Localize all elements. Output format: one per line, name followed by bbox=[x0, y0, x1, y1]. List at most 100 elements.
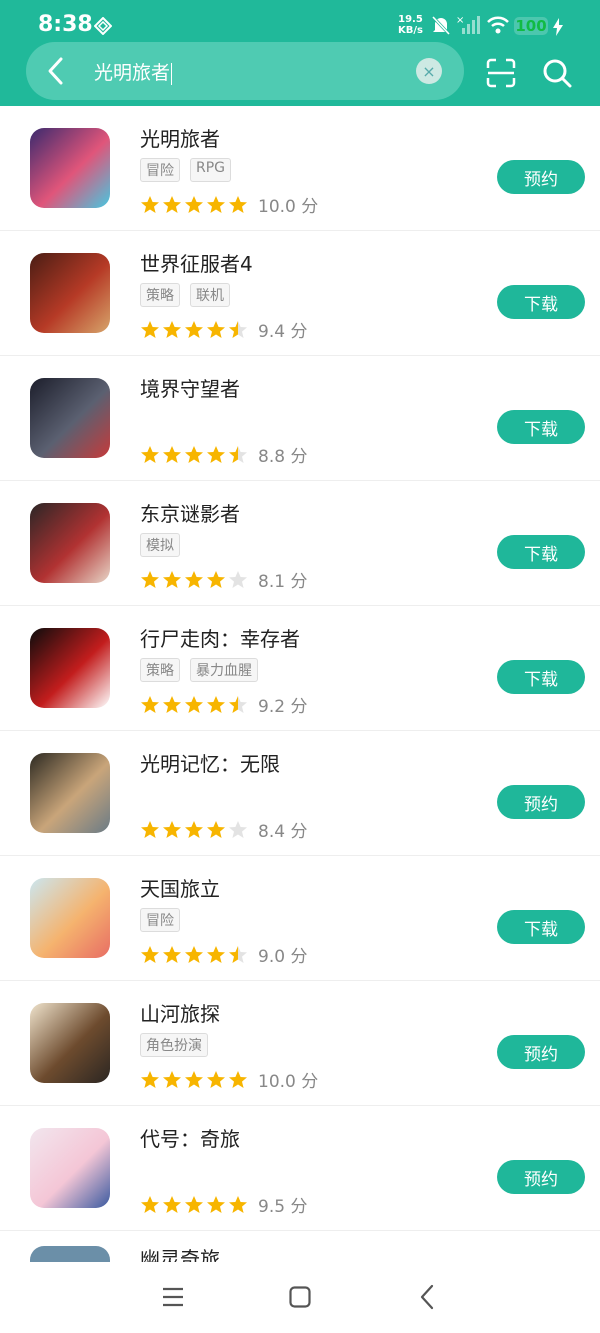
star-icon bbox=[141, 320, 159, 338]
star-icon bbox=[141, 570, 159, 588]
status-bar: 8:38 19.5 KB/s × 100 bbox=[0, 0, 600, 44]
star-icon bbox=[207, 820, 225, 838]
app-header: 8:38 19.5 KB/s × 100 光明旅者 × bbox=[0, 0, 600, 106]
search-icon[interactable] bbox=[542, 58, 572, 88]
star-icon bbox=[185, 820, 203, 838]
download-button[interactable]: 下载 bbox=[497, 660, 585, 694]
star-icon bbox=[229, 570, 247, 588]
back-icon[interactable] bbox=[418, 1284, 436, 1310]
star-icon bbox=[185, 195, 203, 213]
app-name: 山河旅探 bbox=[140, 1002, 220, 1026]
tag-label: RPG bbox=[190, 158, 232, 182]
star-icon bbox=[207, 570, 225, 588]
app-list-item[interactable]: 山河旅探 角色扮演 10.0 分 预约 bbox=[0, 981, 600, 1106]
menu-icon[interactable] bbox=[162, 1286, 184, 1308]
star-icon bbox=[163, 445, 181, 463]
app-icon[interactable] bbox=[30, 753, 110, 833]
app-icon[interactable] bbox=[30, 128, 110, 208]
app-name: 幽灵奇旅 bbox=[140, 1247, 220, 1262]
app-name: 光明旅者 bbox=[140, 127, 220, 151]
star-icon bbox=[207, 695, 225, 713]
app-score: 8.1 分 bbox=[258, 572, 308, 592]
star-icon bbox=[185, 945, 203, 963]
home-icon[interactable] bbox=[289, 1286, 311, 1308]
star-rating bbox=[140, 820, 248, 840]
app-icon[interactable] bbox=[30, 1128, 110, 1208]
app-list-item[interactable]: 境界守望者 8.8 分 下载 bbox=[0, 356, 600, 481]
star-rating bbox=[140, 195, 248, 215]
app-icon[interactable] bbox=[30, 1003, 110, 1083]
app-list-item[interactable]: 光明旅者 冒险 RPG 10.0 分 预约 bbox=[0, 106, 600, 231]
app-icon[interactable] bbox=[30, 503, 110, 583]
app-score: 9.2 分 bbox=[258, 697, 308, 717]
star-icon bbox=[185, 320, 203, 338]
star-icon bbox=[163, 820, 181, 838]
app-list-item[interactable]: 行尸走肉：幸存者 策略 暴力血腥 9.2 分 下载 bbox=[0, 606, 600, 731]
star-rating bbox=[140, 695, 248, 715]
reserve-button[interactable]: 预约 bbox=[497, 1035, 585, 1069]
rating: 9.0 分 bbox=[140, 942, 307, 967]
tag-label: 冒险 bbox=[140, 908, 180, 932]
app-list-item[interactable]: 世界征服者4 策略 联机 9.4 分 下载 bbox=[0, 231, 600, 356]
rating: 8.4 分 bbox=[140, 817, 307, 842]
star-icon bbox=[185, 1070, 203, 1088]
star-icon bbox=[229, 445, 247, 463]
star-rating bbox=[140, 945, 248, 965]
download-button[interactable]: 下载 bbox=[497, 410, 585, 444]
app-list-item[interactable]: 东京谜影者 模拟 8.1 分 下载 bbox=[0, 481, 600, 606]
star-icon bbox=[229, 945, 247, 963]
star-icon bbox=[141, 1070, 159, 1088]
rating: 9.5 分 bbox=[140, 1192, 307, 1217]
download-button[interactable]: 下载 bbox=[497, 910, 585, 944]
app-icon[interactable] bbox=[30, 253, 110, 333]
wifi-icon bbox=[487, 16, 509, 34]
star-icon bbox=[163, 1070, 181, 1088]
clear-search-button[interactable]: × bbox=[416, 58, 442, 84]
app-name: 代号：奇旅 bbox=[140, 1127, 240, 1151]
system-nav-bar bbox=[0, 1262, 600, 1333]
star-icon bbox=[229, 695, 247, 713]
star-icon bbox=[163, 320, 181, 338]
star-icon bbox=[207, 945, 225, 963]
search-input[interactable]: 光明旅者 bbox=[94, 58, 173, 85]
app-icon[interactable] bbox=[30, 378, 110, 458]
app-icon[interactable] bbox=[30, 628, 110, 708]
star-rating bbox=[140, 1195, 248, 1215]
app-list-item[interactable]: 光明记忆：无限 8.4 分 预约 bbox=[0, 731, 600, 856]
back-arrow-icon[interactable] bbox=[46, 56, 66, 86]
rating: 9.2 分 bbox=[140, 692, 307, 717]
search-results-list: 光明旅者 冒险 RPG 10.0 分预约 世界征服者4 策略 联机 9.4 分下载 境界守望者 8… bbox=[0, 106, 600, 1231]
star-icon bbox=[141, 695, 159, 713]
app-list-item[interactable]: 代号：奇旅 9.5 分 预约 bbox=[0, 1106, 600, 1231]
star-icon bbox=[185, 695, 203, 713]
partial-list-item: 幽灵奇旅 bbox=[0, 1226, 600, 1262]
download-button[interactable]: 下载 bbox=[497, 535, 585, 569]
star-icon bbox=[207, 320, 225, 338]
download-button[interactable]: 下载 bbox=[497, 285, 585, 319]
bell-muted-icon bbox=[431, 15, 451, 36]
tag-label: 暴力血腥 bbox=[190, 658, 258, 682]
star-rating bbox=[140, 570, 248, 590]
speed-value: 19.5 bbox=[398, 14, 423, 25]
search-query: 光明旅者 bbox=[94, 62, 171, 84]
scan-icon[interactable] bbox=[486, 58, 516, 88]
app-icon[interactable] bbox=[30, 878, 110, 958]
reserve-button[interactable]: 预约 bbox=[497, 160, 585, 194]
status-time: 8:38 bbox=[38, 12, 93, 37]
app-score: 8.8 分 bbox=[258, 447, 308, 467]
star-icon bbox=[185, 1195, 203, 1213]
app-list-item[interactable]: 天国旅立 冒险 9.0 分 下载 bbox=[0, 856, 600, 981]
network-speed: 19.5 KB/s bbox=[398, 14, 423, 36]
star-icon bbox=[141, 1195, 159, 1213]
star-icon bbox=[163, 195, 181, 213]
star-icon bbox=[229, 1070, 247, 1088]
reserve-button[interactable]: 预约 bbox=[497, 785, 585, 819]
speed-unit: KB/s bbox=[398, 25, 423, 36]
tag-label: 冒险 bbox=[140, 158, 180, 182]
reserve-button[interactable]: 预约 bbox=[497, 1160, 585, 1194]
app-tags: 策略 联机 bbox=[140, 283, 230, 307]
star-icon bbox=[163, 570, 181, 588]
app-notification-icon bbox=[94, 17, 112, 35]
app-icon bbox=[30, 1246, 110, 1262]
app-name: 境界守望者 bbox=[140, 377, 240, 401]
